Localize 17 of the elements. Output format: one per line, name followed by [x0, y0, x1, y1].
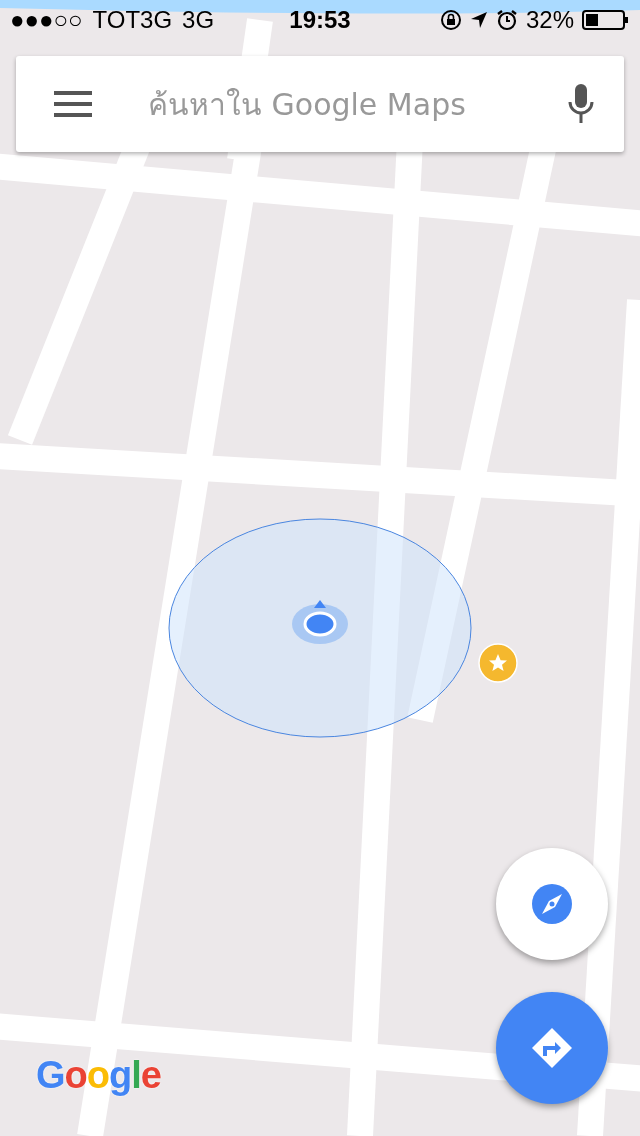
battery-icon	[582, 9, 630, 31]
menu-icon[interactable]	[54, 91, 92, 117]
compass-icon	[530, 882, 574, 926]
microphone-icon[interactable]	[568, 84, 594, 124]
rotation-lock-icon	[439, 9, 462, 31]
star-marker-icon[interactable]	[478, 643, 518, 683]
alarm-icon	[495, 9, 518, 31]
clock-time: 19:53	[289, 6, 351, 34]
signal-strength: ●●●○○	[10, 6, 83, 34]
carrier-name: TOT3G	[92, 6, 173, 34]
location-arrow-icon	[469, 11, 488, 29]
directions-icon	[530, 1026, 574, 1070]
network-type: 3G	[182, 6, 215, 34]
search-bar[interactable]: ค้นหาใน Google Maps	[16, 56, 624, 152]
google-logo: Google	[36, 1054, 161, 1097]
search-field[interactable]: ค้นหาใน Google Maps	[146, 85, 514, 123]
battery-percentage: 32%	[525, 6, 574, 34]
